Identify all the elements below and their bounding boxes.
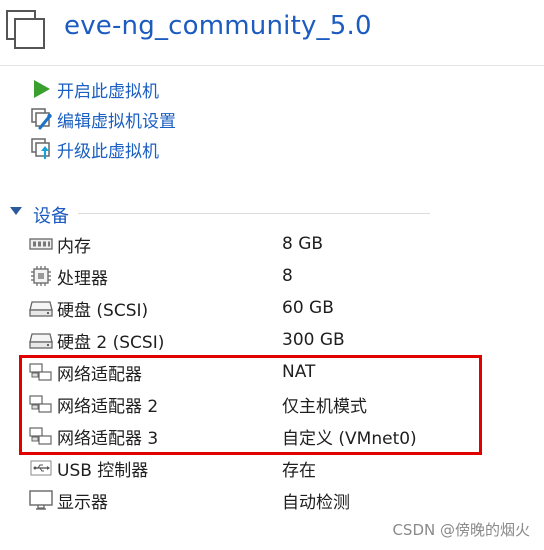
device-value: 60 GB: [282, 298, 334, 318]
vm-title: eve-ng_community_5.0: [64, 11, 372, 41]
monitor-icon: [29, 490, 53, 510]
device-name: USB 控制器: [57, 460, 149, 481]
device-row-display[interactable]: 显示器 自动检测: [28, 485, 488, 515]
devices-section-header[interactable]: 设备: [10, 201, 430, 227]
device-value: 自动检测: [282, 492, 350, 513]
collapse-triangle-icon[interactable]: [10, 207, 22, 215]
device-row-hard-disk[interactable]: 硬盘 (SCSI) 60 GB: [28, 293, 488, 323]
device-name: 处理器: [57, 268, 108, 289]
edit-vm-settings-link[interactable]: 编辑虚拟机设置: [31, 106, 231, 132]
play-icon: [34, 80, 50, 98]
usb-icon: [30, 460, 52, 476]
memory-icon: [29, 238, 53, 250]
device-name: 内存: [57, 236, 91, 257]
device-value: 存在: [282, 460, 316, 481]
hard-disk-icon: [29, 301, 53, 317]
device-row-hard-disk-2[interactable]: 硬盘 2 (SCSI) 300 GB: [28, 325, 488, 355]
device-value: 300 GB: [282, 330, 345, 350]
device-row-usb-controller[interactable]: USB 控制器 存在: [28, 453, 488, 483]
device-name: 硬盘 (SCSI): [57, 300, 149, 321]
power-on-vm-label: 开启此虚拟机: [57, 81, 159, 102]
cpu-icon: [31, 266, 51, 286]
device-row-memory[interactable]: 内存 8 GB: [28, 229, 488, 259]
devices-section-label: 设备: [33, 206, 69, 227]
edit-vm-settings-label: 编辑虚拟机设置: [57, 111, 176, 132]
device-name: 显示器: [57, 492, 108, 513]
vm-header: eve-ng_community_5.0: [0, 0, 544, 66]
section-divider: [78, 213, 430, 214]
vm-window-icon: [6, 10, 45, 49]
watermark: CSDN @傍晚的烟火: [392, 521, 530, 539]
device-value: 8 GB: [282, 234, 324, 254]
device-name: 硬盘 2 (SCSI): [57, 332, 165, 353]
device-row-processor[interactable]: 处理器 8: [28, 261, 488, 291]
hard-disk-icon: [29, 333, 53, 349]
upgrade-vm-link[interactable]: 升级此虚拟机: [31, 136, 231, 162]
edit-settings-icon: [31, 108, 52, 130]
device-value: 8: [282, 266, 293, 286]
network-adapters-highlight-box: [19, 355, 482, 455]
upgrade-vm-label: 升级此虚拟机: [57, 141, 159, 162]
power-on-vm-link[interactable]: 开启此虚拟机: [31, 76, 231, 102]
upgrade-icon: [31, 138, 50, 159]
